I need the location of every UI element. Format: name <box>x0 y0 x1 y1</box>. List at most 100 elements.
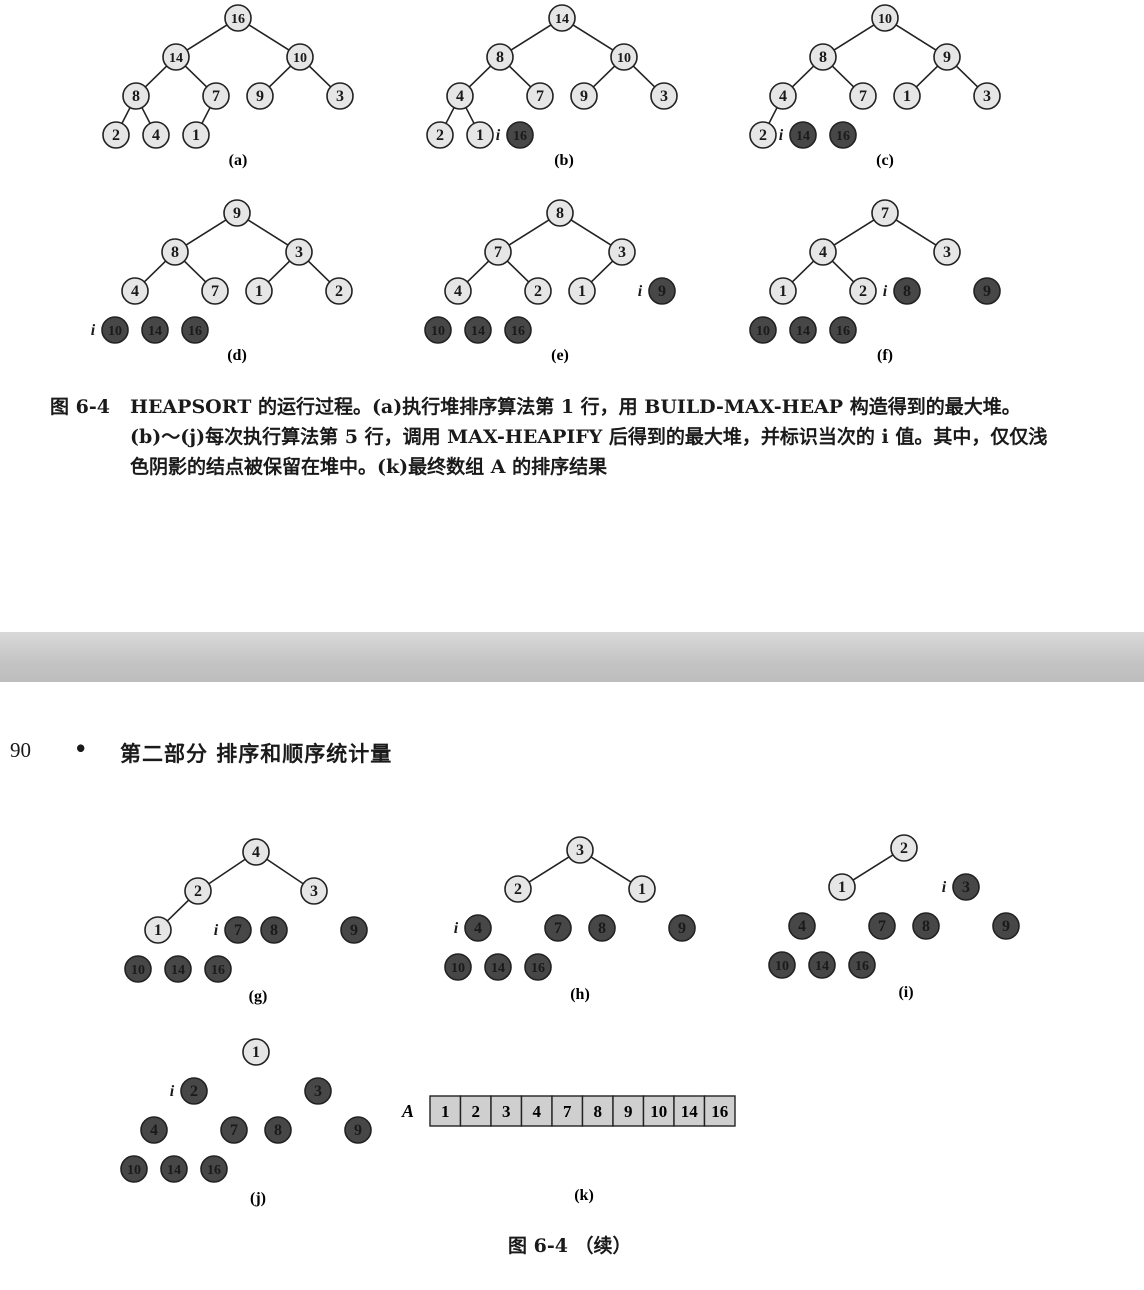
heap-node: 4 <box>142 121 170 149</box>
node-value: 7 <box>230 1122 238 1139</box>
node-value: 2 <box>534 283 542 300</box>
node-value: 4 <box>131 283 139 300</box>
node-value: 8 <box>132 88 140 105</box>
heap-panel: 10 8 9 4 7 1 3 2 14 16 i (c) <box>749 4 1001 169</box>
heap-edge <box>506 260 530 283</box>
running-head: 第二部分 排序和顺序统计量 <box>120 742 393 766</box>
sorted-node: 8 <box>588 914 616 942</box>
node-value: 2 <box>900 840 908 857</box>
node-value: 2 <box>759 127 767 144</box>
heap-node: 7 <box>871 199 899 227</box>
heap-edge <box>144 65 168 88</box>
sorted-node: 10 <box>444 953 472 981</box>
heap-node: 8 <box>546 199 574 227</box>
sorted-node: 3 <box>952 873 980 901</box>
node-value: 1 <box>252 1044 260 1061</box>
heap-node: 4 <box>444 277 472 305</box>
node-value: 4 <box>152 127 160 144</box>
heap-node: 16 <box>224 4 252 32</box>
heapsort-figure-page: 16 14 10 8 7 9 3 2 4 1 (a) 14 8 10 4 7 9 3 2 1 16 i (b) 10 8 9 4 7 1… <box>0 0 1144 1290</box>
figure-continued-caption: 图 6-4 （续） <box>508 1235 632 1257</box>
heap-node: 2 <box>849 277 877 305</box>
node-value: 3 <box>962 879 970 896</box>
heap-node: 7 <box>849 82 877 110</box>
sorted-node: 3 <box>304 1077 332 1105</box>
node-value: 1 <box>154 922 162 939</box>
heap-panel: 2 1 3 4 7 8 9 10 14 16 i (i) <box>768 834 1020 1001</box>
array-cell: 1 <box>429 1095 462 1127</box>
heap-edge <box>831 65 855 88</box>
sorted-node: 16 <box>848 951 876 979</box>
node-value: 2 <box>859 283 867 300</box>
heap-node: 10 <box>871 4 899 32</box>
node-value: 16 <box>855 959 869 974</box>
node-value: 9 <box>233 205 241 222</box>
heap-edge <box>141 107 151 124</box>
node-value: 14 <box>148 324 162 339</box>
node-value: 16 <box>513 129 527 144</box>
node-value: 1 <box>476 127 484 144</box>
heap-node: 8 <box>486 43 514 71</box>
heap-node: 3 <box>608 238 636 266</box>
node-value: 3 <box>660 88 668 105</box>
heap-edge <box>201 107 211 124</box>
heap-edge <box>833 219 875 246</box>
sorted-array-panel: A 1 2 3 4 7 8 9 10 14 16 (k) <box>401 1095 736 1204</box>
node-value: 9 <box>658 283 666 300</box>
array-cell-value: 16 <box>711 1102 728 1121</box>
node-value: 2 <box>436 127 444 144</box>
heap-node: 1 <box>242 1038 270 1066</box>
sorted-node: 16 <box>829 316 857 344</box>
heap-node: 3 <box>973 82 1001 110</box>
node-value: 1 <box>578 283 586 300</box>
heap-node: 2 <box>325 277 353 305</box>
node-value: 14 <box>796 129 810 144</box>
heap-node: 8 <box>122 82 150 110</box>
node-value: 4 <box>252 844 260 861</box>
sorted-node: 14 <box>464 316 492 344</box>
node-value: 1 <box>779 283 787 300</box>
node-value: 10 <box>775 959 789 974</box>
heap-edge <box>768 107 778 124</box>
heap-panel: 16 14 10 8 7 9 3 2 4 1 (a) <box>102 4 354 169</box>
heap-node: 1 <box>144 916 172 944</box>
node-value: 14 <box>555 12 569 27</box>
heap-edge <box>895 219 937 246</box>
heap-panel: 9 8 3 4 7 1 2 10 14 16 i (d) <box>91 199 353 364</box>
array-cell-value: 7 <box>563 1102 572 1121</box>
panel-label: (a) <box>229 152 248 169</box>
node-value: 3 <box>295 244 303 261</box>
node-value: 7 <box>881 205 889 222</box>
sorted-node: 16 <box>204 955 232 983</box>
heap-node: 9 <box>570 82 598 110</box>
node-value: 2 <box>194 883 202 900</box>
sorted-node: 16 <box>506 121 534 149</box>
sorted-node: 8 <box>912 912 940 940</box>
sorted-node: 14 <box>789 121 817 149</box>
node-value: 4 <box>819 244 827 261</box>
node-value: 8 <box>819 49 827 66</box>
panel-label: (b) <box>554 152 574 169</box>
heap-edge <box>632 65 656 88</box>
panel-label: (k) <box>574 1187 594 1204</box>
heap-node: 2 <box>102 121 130 149</box>
heap-node: 3 <box>285 238 313 266</box>
heap-edge <box>143 260 167 283</box>
array-cell: 16 <box>703 1095 736 1127</box>
sorted-node: 9 <box>668 914 696 942</box>
page-number: 90 <box>10 738 31 762</box>
node-value: 7 <box>211 283 219 300</box>
heap-edge <box>307 260 331 283</box>
heap-edge <box>121 107 131 124</box>
sorted-node: 7 <box>544 914 572 942</box>
node-value: 10 <box>131 963 145 978</box>
i-marker: i <box>214 922 219 939</box>
heap-node: 2 <box>890 834 918 862</box>
figure-top-panels: 1614 108 7 9 32 4 1(a)148 104 7 9 32 1 16i(b)108 94 7 1… <box>91 4 1001 364</box>
node-value: 14 <box>471 324 485 339</box>
node-value: 16 <box>511 324 525 339</box>
node-value: 16 <box>211 963 225 978</box>
heap-node: 1 <box>893 82 921 110</box>
sorted-node: 9 <box>344 1116 372 1144</box>
node-value: 7 <box>536 88 544 105</box>
